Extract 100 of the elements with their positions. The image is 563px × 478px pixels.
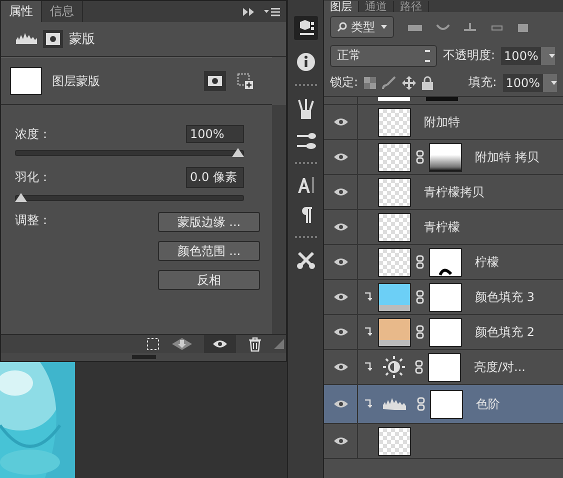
trash-icon[interactable]	[248, 336, 262, 352]
adjust-button[interactable]: 颜色范围 ...	[158, 241, 260, 261]
layer-thumbnail	[378, 426, 411, 456]
layer-row[interactable]: 颜色填充 3	[324, 280, 563, 315]
link-icon[interactable]	[415, 360, 423, 374]
brushes-icon[interactable]	[296, 98, 316, 120]
eye-icon[interactable]	[332, 399, 348, 409]
panel-tab[interactable]: 路径	[394, 1, 429, 12]
eye-icon[interactable]	[332, 292, 348, 302]
layer-name: 颜色填充 3	[475, 288, 534, 306]
fill-arrow-button[interactable]	[543, 74, 557, 92]
layer-thumbnail	[378, 178, 411, 206]
filter-dropdown[interactable]: 类型	[330, 16, 394, 38]
eye-icon[interactable]	[332, 436, 348, 446]
link-icon[interactable]	[416, 255, 424, 269]
layer-thumbnail	[378, 212, 411, 242]
opacity-arrow-button[interactable]	[541, 46, 556, 64]
type-filter-icon[interactable]	[464, 22, 476, 32]
apply-mask-icon[interactable]	[172, 337, 192, 351]
layer-row[interactable]: 青柠檬拷贝	[324, 175, 563, 210]
layer-thumbnail	[378, 108, 411, 136]
fill-label: 填充:	[468, 74, 497, 91]
value-field[interactable]: 100%	[186, 125, 244, 143]
layer-name: 亮度/对...	[474, 358, 526, 376]
panel-tab[interactable]: 通道	[359, 1, 394, 12]
layer-row[interactable]: 附加特	[324, 105, 563, 140]
pixel-mask-icon[interactable]	[204, 71, 226, 91]
character-icon[interactable]	[296, 176, 314, 194]
mask-label: 图层蒙版	[52, 72, 100, 90]
layer-name: 柠檬	[475, 254, 499, 270]
layer-name: 色阶	[476, 396, 500, 412]
histogram-icon[interactable]	[15, 33, 37, 45]
adjust-label: 调整：	[15, 212, 51, 229]
eye-icon[interactable]	[332, 327, 348, 337]
panel-heading: 蒙版	[69, 31, 95, 48]
link-icon[interactable]	[416, 150, 424, 164]
opacity-field[interactable]: 100%	[501, 46, 542, 64]
menu-icon[interactable]	[264, 6, 280, 16]
layer-row[interactable]	[324, 424, 563, 459]
blend-mode-dropdown[interactable]: 正常	[330, 44, 437, 66]
slider-thumb[interactable]	[15, 193, 27, 202]
eye-icon[interactable]	[332, 187, 348, 197]
smart-object-filter-icon[interactable]	[518, 22, 530, 32]
grip-icon[interactable]	[132, 355, 156, 359]
mask-thumbnail	[426, 97, 458, 101]
layer-name: 青柠檬	[424, 218, 460, 236]
visibility-button[interactable]	[204, 335, 236, 353]
eye-icon[interactable]	[332, 362, 348, 372]
sun-icon	[382, 355, 406, 379]
mask-icon[interactable]	[43, 30, 63, 48]
layer-row[interactable]: 柠檬	[324, 245, 563, 280]
panel-tab[interactable]: 属性	[1, 1, 42, 22]
info-icon[interactable]	[296, 52, 316, 72]
layer-name: 青柠檬拷贝	[424, 184, 484, 200]
adjust-button[interactable]: 蒙版边缘 ...	[158, 212, 260, 232]
fill-field[interactable]: 100%	[502, 74, 543, 92]
lock-label: 锁定:	[330, 74, 358, 91]
panel-tab[interactable]: 图层	[324, 1, 359, 12]
link-icon[interactable]	[417, 397, 425, 411]
layer-row[interactable]: 色阶	[324, 385, 563, 424]
layer-thumbnail	[378, 142, 411, 172]
slider-thumb[interactable]	[232, 148, 244, 157]
lock-icon[interactable]	[422, 76, 434, 90]
layer-row[interactable]: 青柠檬	[324, 210, 563, 245]
move-icon[interactable]	[402, 76, 416, 90]
brush-icon[interactable]	[382, 76, 396, 90]
eye-icon[interactable]	[332, 152, 348, 162]
brush-presets-icon[interactable]	[294, 132, 316, 150]
panel-tab[interactable]: 信息	[42, 1, 83, 22]
eye-icon[interactable]	[332, 257, 348, 267]
vector-mask-icon[interactable]	[236, 72, 254, 90]
link-icon[interactable]	[416, 290, 424, 304]
histogram-icon	[382, 398, 408, 410]
layer-name: 附加特	[424, 114, 460, 130]
layer-row[interactable]: 颜色填充 2	[324, 315, 563, 350]
value-field[interactable]: 0.0 像素	[186, 167, 244, 188]
slider-track[interactable]	[15, 192, 244, 202]
eye-icon	[212, 339, 228, 349]
link-icon[interactable]	[416, 325, 424, 339]
search-icon	[337, 22, 347, 32]
mask-thumbnail	[10, 67, 42, 95]
cube-icon[interactable]	[294, 16, 318, 40]
eye-icon[interactable]	[332, 117, 348, 127]
tools-icon[interactable]	[296, 250, 316, 270]
lock-transparent-icon[interactable]	[364, 76, 376, 88]
layer-row[interactable]: 附加特 拷贝	[324, 140, 563, 175]
layer-name: 颜色填充 2	[475, 324, 534, 340]
layer-name: 附加特 拷贝	[475, 148, 539, 166]
selection-icon[interactable]	[146, 337, 160, 351]
opacity-label: 不透明度:	[443, 47, 496, 64]
collapse-icon[interactable]	[242, 6, 256, 16]
resize-grip-icon[interactable]	[274, 339, 284, 349]
adjustment-filter-icon[interactable]	[436, 22, 450, 32]
slider-track[interactable]	[15, 147, 244, 157]
paragraph-icon[interactable]	[300, 206, 312, 224]
pixel-filter-icon[interactable]	[408, 22, 422, 32]
adjust-button[interactable]: 反相	[158, 270, 260, 290]
slider-label: 浓度：	[15, 126, 51, 142]
eye-icon[interactable]	[332, 222, 348, 232]
slider-label: 羽化：	[15, 169, 51, 186]
